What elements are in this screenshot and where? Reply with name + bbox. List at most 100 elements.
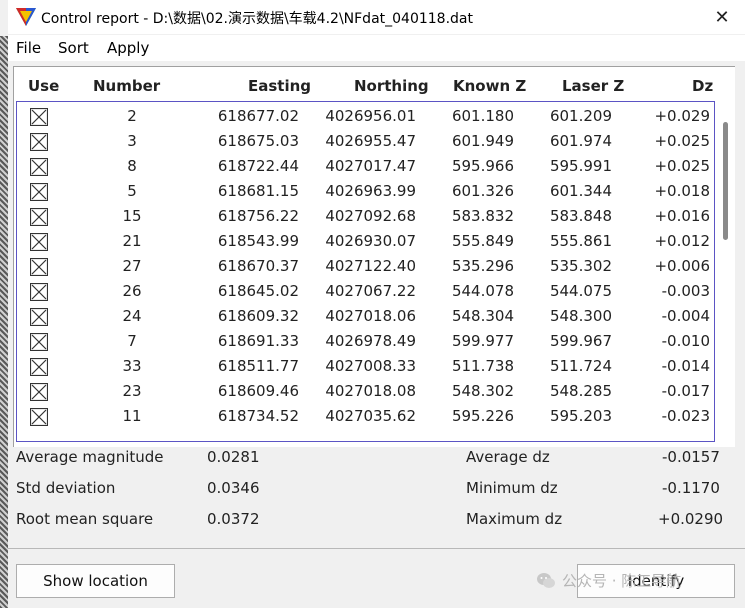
stat-rms-label: Root mean square xyxy=(16,510,154,528)
control-point-list[interactable]: 2 618677.02 4026956.01 601.180 601.209 +0.029… xyxy=(16,101,715,442)
cell-known-z: 544.078 xyxy=(451,282,514,300)
cell-known-z: 535.296 xyxy=(451,257,514,275)
cell-northing: 4026955.47 xyxy=(325,132,416,150)
cell-laser-z: 535.302 xyxy=(549,257,612,275)
cell-dz: +0.006 xyxy=(654,257,710,275)
menu-apply[interactable]: Apply xyxy=(107,39,149,57)
use-checkbox-icon[interactable] xyxy=(30,233,48,251)
header-number[interactable]: Number xyxy=(93,77,160,95)
title-bar[interactable]: Control report - D:\数据\02.演示数据\车载4.2\NFd… xyxy=(8,0,745,34)
wechat-icon xyxy=(537,572,555,588)
app-triangle-icon xyxy=(16,8,36,26)
table-row[interactable]: 21 618543.99 4026930.07 555.849 555.861 +0.01… xyxy=(17,229,714,254)
cell-laser-z: 601.974 xyxy=(549,132,612,150)
use-checkbox-icon[interactable] xyxy=(30,408,48,426)
cell-easting: 618511.77 xyxy=(217,357,299,375)
stat-average-magnitude-label: Average magnitude xyxy=(16,448,164,466)
use-checkbox-icon[interactable] xyxy=(30,308,48,326)
cell-dz: -0.014 xyxy=(661,357,710,375)
cell-northing: 4027035.62 xyxy=(325,407,416,425)
cell-easting: 618609.32 xyxy=(217,307,299,325)
cell-dz: +0.012 xyxy=(654,232,710,250)
stat-average-magnitude-value: 0.0281 xyxy=(207,448,260,466)
cell-northing: 4026963.99 xyxy=(325,182,416,200)
cell-number: 23 xyxy=(122,382,142,400)
table-row[interactable]: 8 618722.44 4027017.47 595.966 595.991 +0.025 xyxy=(17,154,714,179)
use-checkbox-icon[interactable] xyxy=(30,358,48,376)
use-checkbox-icon[interactable] xyxy=(30,208,48,226)
cell-laser-z: 595.991 xyxy=(549,157,612,175)
cell-laser-z: 601.209 xyxy=(549,107,612,125)
cell-laser-z: 548.285 xyxy=(549,382,612,400)
cell-easting: 618677.02 xyxy=(217,107,299,125)
cell-number: 15 xyxy=(122,207,142,225)
use-checkbox-icon[interactable] xyxy=(30,183,48,201)
cell-easting: 618645.02 xyxy=(217,282,299,300)
table-row[interactable]: 26 618645.02 4027067.22 544.078 544.075 -0.00… xyxy=(17,279,714,304)
header-easting[interactable]: Easting xyxy=(248,77,311,95)
use-checkbox-icon[interactable] xyxy=(30,333,48,351)
cell-known-z: 601.326 xyxy=(451,182,514,200)
cell-laser-z: 583.848 xyxy=(549,207,612,225)
show-location-button[interactable]: Show location xyxy=(16,564,175,598)
use-checkbox-icon[interactable] xyxy=(30,133,48,151)
cell-northing: 4027017.47 xyxy=(325,157,416,175)
table-row[interactable]: 3 618675.03 4026955.47 601.949 601.974 +0.025 xyxy=(17,129,714,154)
cell-number: 24 xyxy=(122,307,142,325)
header-northing[interactable]: Northing xyxy=(354,77,429,95)
stat-average-dz-label: Average dz xyxy=(466,448,550,466)
table-row[interactable]: 23 618609.46 4027018.08 548.302 548.285 -0.01… xyxy=(17,379,714,404)
stat-minimum-dz-label: Minimum dz xyxy=(466,479,558,497)
table-row[interactable]: 33 618511.77 4027008.33 511.738 511.724 -0.01… xyxy=(17,354,714,379)
stat-minimum-dz-value: -0.1170 xyxy=(662,479,720,497)
menu-sort[interactable]: Sort xyxy=(58,39,89,57)
table-row[interactable]: 24 618609.32 4027018.06 548.304 548.300 -0.00… xyxy=(17,304,714,329)
cell-northing: 4027008.33 xyxy=(325,357,416,375)
use-checkbox-icon[interactable] xyxy=(30,383,48,401)
cell-dz: +0.018 xyxy=(654,182,710,200)
header-dz[interactable]: Dz xyxy=(692,77,713,95)
close-button[interactable]: ✕ xyxy=(699,0,745,34)
cell-northing: 4027092.68 xyxy=(325,207,416,225)
cell-number: 2 xyxy=(127,107,137,125)
cell-known-z: 555.849 xyxy=(451,232,514,250)
menu-file[interactable]: File xyxy=(16,39,41,57)
cell-dz: -0.004 xyxy=(661,307,710,325)
table-row[interactable]: 27 618670.37 4027122.40 535.296 535.302 +0.00… xyxy=(17,254,714,279)
cell-easting: 618691.33 xyxy=(217,332,299,350)
header-use[interactable]: Use xyxy=(28,77,59,95)
cell-known-z: 595.966 xyxy=(451,157,514,175)
cell-known-z: 601.180 xyxy=(451,107,514,125)
cell-known-z: 595.226 xyxy=(451,407,514,425)
cell-number: 5 xyxy=(127,182,137,200)
cell-northing: 4027018.06 xyxy=(325,307,416,325)
cell-dz: -0.010 xyxy=(661,332,710,350)
watermark-text: 公众号 · 陈工导航 xyxy=(562,572,682,590)
cell-easting: 618756.22 xyxy=(217,207,299,225)
table-row[interactable]: 2 618677.02 4026956.01 601.180 601.209 +0.029 xyxy=(17,104,714,129)
cell-easting: 618543.99 xyxy=(217,232,299,250)
table-row[interactable]: 5 618681.15 4026963.99 601.326 601.344 +0.018 xyxy=(17,179,714,204)
table-row[interactable]: 11 618734.52 4027035.62 595.226 595.203 -0.02… xyxy=(17,404,714,429)
cell-number: 8 xyxy=(127,157,137,175)
use-checkbox-icon[interactable] xyxy=(30,258,48,276)
stat-std-deviation-value: 0.0346 xyxy=(207,479,260,497)
cell-easting: 618609.46 xyxy=(217,382,299,400)
scroll-thumb[interactable] xyxy=(723,122,728,240)
cell-laser-z: 595.203 xyxy=(549,407,612,425)
table-row[interactable]: 15 618756.22 4027092.68 583.832 583.848 +0.01… xyxy=(17,204,714,229)
use-checkbox-icon[interactable] xyxy=(30,283,48,301)
cell-easting: 618734.52 xyxy=(217,407,299,425)
cell-number: 11 xyxy=(122,407,142,425)
table-row[interactable]: 7 618691.33 4026978.49 599.977 599.967 -0.010 xyxy=(17,329,714,354)
header-known-z[interactable]: Known Z xyxy=(453,77,526,95)
stat-maximum-dz-label: Maximum dz xyxy=(466,510,563,528)
use-checkbox-icon[interactable] xyxy=(30,158,48,176)
use-checkbox-icon[interactable] xyxy=(30,108,48,126)
cell-known-z: 511.738 xyxy=(451,357,514,375)
vertical-scrollbar[interactable] xyxy=(720,102,730,440)
cell-number: 27 xyxy=(122,257,142,275)
header-laser-z[interactable]: Laser Z xyxy=(562,77,624,95)
cell-northing: 4027067.22 xyxy=(325,282,416,300)
cell-laser-z: 601.344 xyxy=(549,182,612,200)
